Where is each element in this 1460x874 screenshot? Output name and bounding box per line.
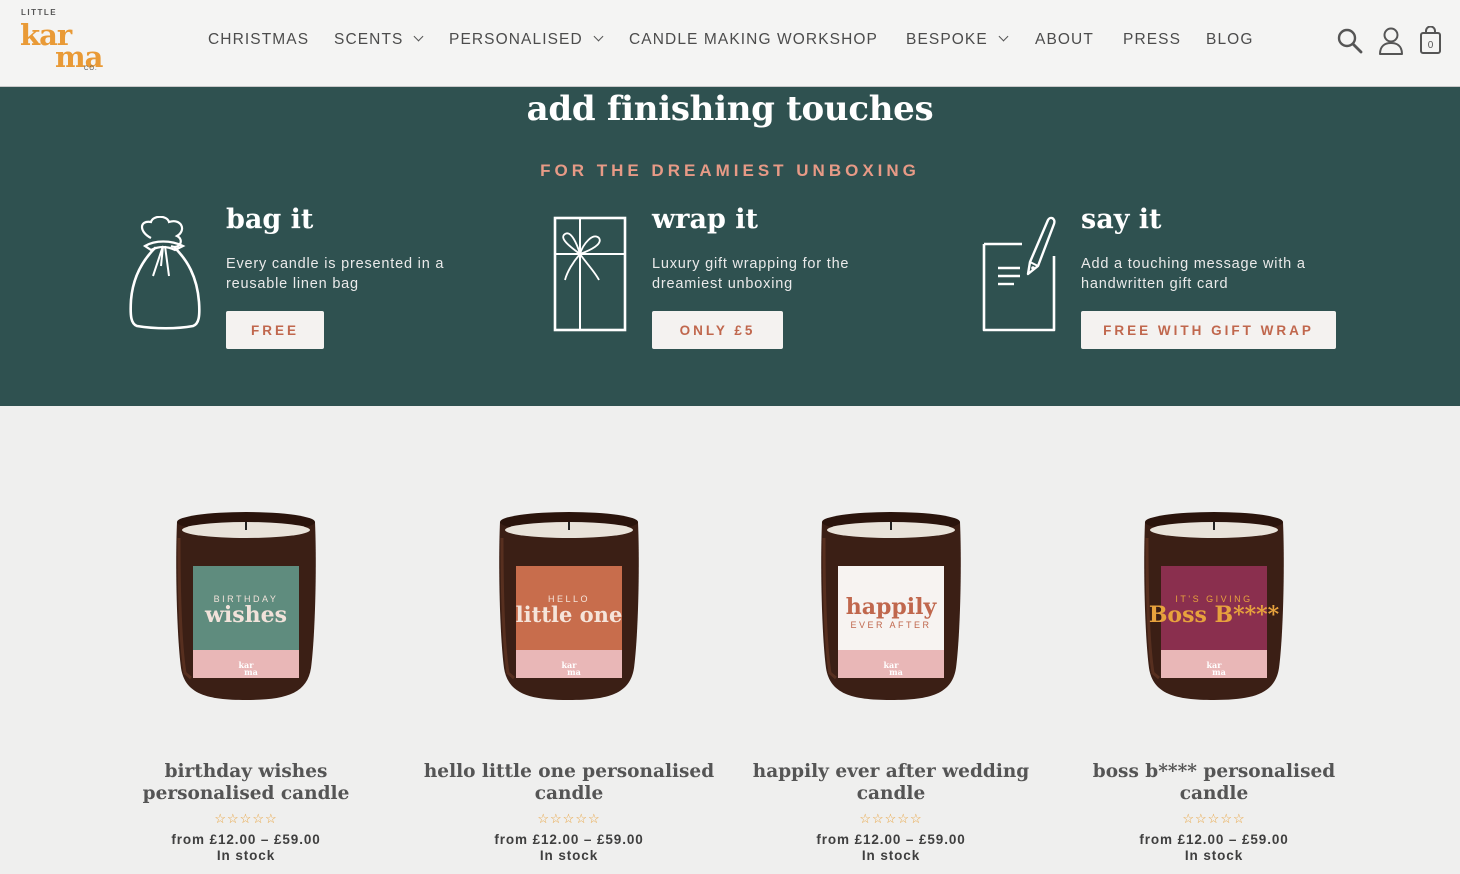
free-bag-button[interactable]: FREE bbox=[226, 311, 324, 349]
product-name[interactable]: hello little one personalised candle bbox=[419, 761, 719, 805]
candle-label-big-text: Boss B**** bbox=[1149, 602, 1280, 628]
nav-candle-making-workshop[interactable]: CANDLE MAKING WORKSHOP bbox=[629, 31, 878, 49]
logo-little: LITTLE bbox=[21, 8, 58, 17]
nav-personalised[interactable]: PERSONALISED bbox=[449, 31, 604, 49]
stock-status: In stock bbox=[216, 848, 276, 863]
gift-wrap-button[interactable]: ONLY £5 bbox=[652, 311, 783, 349]
search-icon[interactable] bbox=[1336, 26, 1364, 61]
star-rating: ☆☆☆☆☆ bbox=[214, 811, 278, 826]
nav-scents[interactable]: SCENTS bbox=[334, 31, 424, 49]
candle-label-small-text: EVER AFTER bbox=[850, 620, 931, 630]
candle-image[interactable]: HELLOlittle onekarma bbox=[494, 508, 644, 703]
nav-christmas[interactable]: CHRISTMAS bbox=[208, 31, 309, 49]
candle-logo-ma: ma bbox=[244, 667, 258, 677]
logo[interactable]: LITTLE kar ma CO. bbox=[20, 8, 110, 76]
candle-image[interactable]: BIRTHDAYwisheskarma bbox=[171, 508, 321, 703]
nav-blog[interactable]: BLOG bbox=[1206, 31, 1253, 49]
shopping-bag-icon[interactable]: 0 bbox=[1418, 25, 1444, 61]
candle-image[interactable]: IT'S GIVINGBoss B****karma bbox=[1139, 508, 1289, 703]
candle-logo-ma: ma bbox=[567, 667, 581, 677]
feature-desc: Every candle is presented in a reusable … bbox=[226, 256, 445, 292]
nav-press[interactable]: PRESS bbox=[1123, 31, 1181, 49]
site-header: LITTLE kar ma CO. CHRISTMAS SCENTS PERSO… bbox=[0, 0, 1460, 87]
feature-title: wrap it bbox=[652, 204, 758, 235]
star-rating: ☆☆☆☆☆ bbox=[859, 811, 923, 826]
star-rating: ☆☆☆☆☆ bbox=[537, 811, 601, 826]
product-price: from £12.00 – £59.00 bbox=[494, 832, 644, 847]
product-price: from £12.00 – £59.00 bbox=[816, 832, 966, 847]
gift-card-pen-icon bbox=[982, 216, 1056, 332]
product-price: from £12.00 – £59.00 bbox=[1139, 832, 1289, 847]
product-name[interactable]: birthday wishes personalised candle bbox=[96, 761, 396, 805]
product-price: from £12.00 – £59.00 bbox=[171, 832, 321, 847]
product-name[interactable]: boss b**** personalised candle bbox=[1064, 761, 1364, 805]
cart-count: 0 bbox=[1428, 40, 1434, 51]
candle-label-big-text: wishes bbox=[204, 602, 287, 628]
chevron-down-icon bbox=[414, 31, 424, 42]
candle-label-big-text: happily bbox=[846, 594, 938, 620]
stock-status: In stock bbox=[539, 848, 599, 863]
banner-title: add finishing touches bbox=[526, 89, 934, 129]
stock-status: In stock bbox=[861, 848, 921, 863]
gift-card-button[interactable]: FREE WITH GIFT WRAP bbox=[1081, 311, 1336, 349]
candle-logo-ma: ma bbox=[889, 667, 903, 677]
chevron-down-icon bbox=[593, 31, 604, 42]
logo-co: CO. bbox=[84, 66, 98, 72]
user-icon[interactable] bbox=[1377, 26, 1405, 61]
product-name[interactable]: happily ever after wedding candle bbox=[741, 761, 1041, 805]
linen-bag-icon bbox=[129, 216, 201, 330]
chevron-down-icon bbox=[998, 31, 1009, 42]
feature-desc: Add a touching message with a handwritte… bbox=[1081, 256, 1306, 292]
feature-desc: Luxury gift wrapping for the dreamiest u… bbox=[652, 256, 850, 292]
nav-bespoke[interactable]: BESPOKE bbox=[906, 31, 1009, 49]
feature-title: say it bbox=[1081, 204, 1162, 235]
stock-status: In stock bbox=[1184, 848, 1244, 863]
feature-title: bag it bbox=[226, 204, 314, 235]
candle-logo-ma: ma bbox=[1212, 667, 1226, 677]
candle-label-big-text: little one bbox=[516, 602, 623, 627]
finishing-touches-banner: add finishing touches FOR THE DREAMIEST … bbox=[0, 87, 1460, 406]
banner-subtitle: FOR THE DREAMIEST UNBOXING bbox=[540, 161, 920, 180]
gift-box-icon bbox=[553, 216, 627, 332]
candle-image[interactable]: EVER AFTERhappilykarma bbox=[816, 508, 966, 703]
star-rating: ☆☆☆☆☆ bbox=[1182, 811, 1246, 826]
nav-about[interactable]: ABOUT bbox=[1035, 31, 1094, 49]
